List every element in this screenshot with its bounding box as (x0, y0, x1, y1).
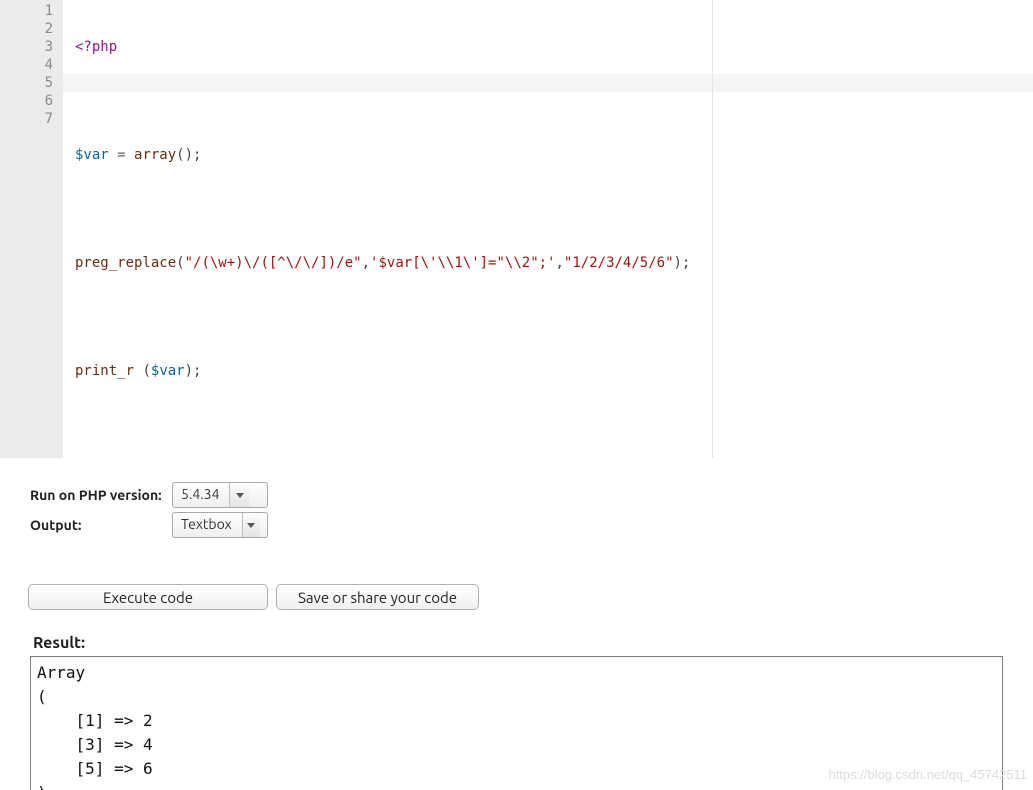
code-line (75, 200, 1033, 218)
code-line: $var = array(); (75, 146, 1033, 164)
code-line (75, 308, 1033, 326)
code-line (75, 92, 1033, 110)
output-select[interactable]: Textbox (172, 512, 268, 538)
execute-button[interactable]: Execute code (28, 584, 268, 610)
code-area[interactable]: <?php $var = array(); preg_replace("/(\w… (63, 0, 1033, 458)
line-number: 3 (0, 38, 53, 56)
code-editor[interactable]: 1 2 3 4 5 6 7 <?php $var = array(); preg… (0, 0, 1033, 458)
php-version-select[interactable]: 5.4.34 (172, 482, 268, 508)
line-number: 2 (0, 20, 53, 38)
code-line: preg_replace("/(\w+)\/([^\/\/])/e",'$var… (75, 254, 1033, 272)
php-version-label: Run on PHP version: (30, 487, 172, 503)
line-number-gutter: 1 2 3 4 5 6 7 (0, 0, 63, 458)
chevron-down-icon (229, 483, 249, 507)
code-line: <?php (75, 38, 1033, 56)
result-output[interactable]: Array ( [1] => 2 [3] => 4 [5] => 6 ) (30, 656, 1003, 790)
line-number: 7 (0, 110, 53, 128)
line-number: 6 (0, 92, 53, 110)
save-share-button[interactable]: Save or share your code (276, 584, 479, 610)
output-value: Textbox (173, 513, 242, 537)
line-number: 5 (0, 74, 53, 92)
line-number: 1 (0, 2, 53, 20)
result-title: Result: (33, 634, 1003, 652)
output-label: Output: (30, 517, 172, 533)
php-version-value: 5.4.34 (173, 483, 229, 507)
line-number: 4 (0, 56, 53, 74)
code-line: print_r ($var); (75, 362, 1033, 380)
chevron-down-icon (242, 513, 260, 537)
